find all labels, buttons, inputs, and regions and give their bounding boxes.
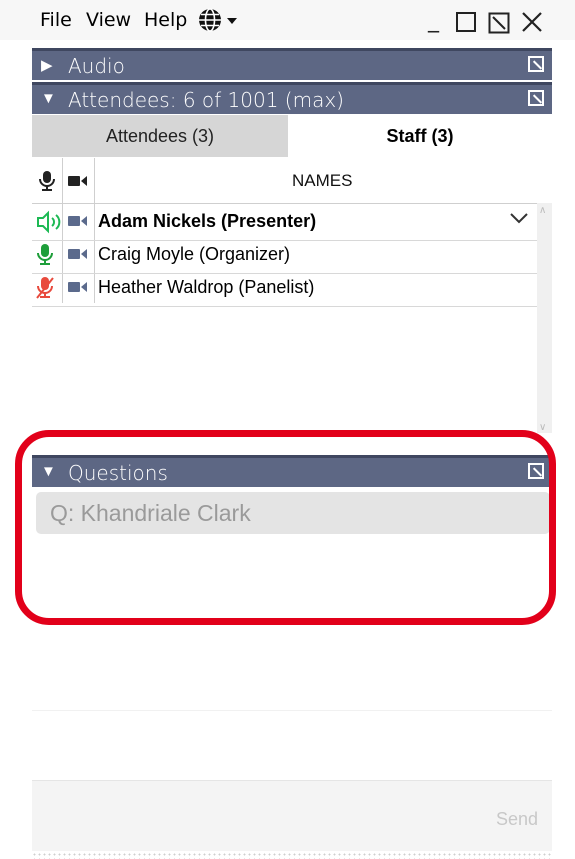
camera-column-icon [68,174,88,193]
scroll-down-arrow-icon[interactable]: ∨ [539,422,546,433]
camera-icon [68,214,88,228]
expand-arrow-icon: ▶ [41,57,53,74]
attendee-list-scrollbar[interactable]: ∧ ∨ [537,203,552,433]
names-column-header[interactable]: NAMES [292,171,352,191]
attendee-grid-header: NAMES [32,158,552,204]
menu-view[interactable]: View [86,9,131,31]
maximize-button[interactable] [456,12,476,32]
restore-button[interactable] [488,12,510,39]
resize-grip[interactable] [32,852,552,859]
menu-bar: File View Help _ [0,0,575,40]
attendee-tabs: Attendees (3) Staff (3) [32,115,552,157]
audio-panel-title: Audio [68,54,125,78]
scroll-up-arrow-icon[interactable]: ∧ [539,205,546,216]
questions-panel-header[interactable]: ▼ Questions [32,455,552,487]
attendee-row[interactable]: Adam Nickels (Presenter) [32,204,537,241]
questions-panel-title: Questions [68,461,168,485]
question-text: Q: Khandriale Clark [50,500,251,526]
microphone-muted-icon [36,276,58,300]
divider [32,710,552,711]
minimize-button[interactable]: _ [428,8,439,33]
microphone-column-icon [38,170,56,197]
attendees-panel-header[interactable]: ▼ Attendees: 6 of 1001 (max) [32,82,552,114]
close-button[interactable] [521,11,543,38]
audio-panel-header[interactable]: ▶ Audio [32,48,552,80]
question-compose-area[interactable]: Send [32,780,552,851]
collapse-arrow-icon: ▼ [41,463,56,480]
chevron-down-icon[interactable] [509,208,529,231]
popout-icon[interactable] [528,463,544,479]
tab-staff[interactable]: Staff (3) [288,115,552,157]
question-item[interactable]: Q: Khandriale Clark [36,492,550,534]
popout-icon[interactable] [528,56,544,72]
attendee-name: Adam Nickels (Presenter) [98,211,317,231]
menu-file[interactable]: File [40,9,72,31]
camera-icon [68,247,88,261]
attendee-row[interactable]: Heather Waldrop (Panelist) [32,270,537,307]
menu-help[interactable]: Help [144,9,187,31]
tab-attendees[interactable]: Attendees (3) [32,115,288,157]
microphone-icon [36,243,58,267]
speaker-active-icon [36,210,61,234]
globe-icon[interactable] [197,7,245,38]
popout-icon[interactable] [528,90,544,106]
attendees-panel-title: Attendees: 6 of 1001 (max) [68,88,344,112]
attendee-name: Heather Waldrop (Panelist) [98,277,315,297]
attendee-name: Craig Moyle (Organizer) [98,244,291,264]
send-button[interactable]: Send [496,809,538,830]
collapse-arrow-icon: ▼ [41,90,56,107]
attendee-row[interactable]: Craig Moyle (Organizer) [32,237,537,274]
camera-icon [68,280,88,294]
